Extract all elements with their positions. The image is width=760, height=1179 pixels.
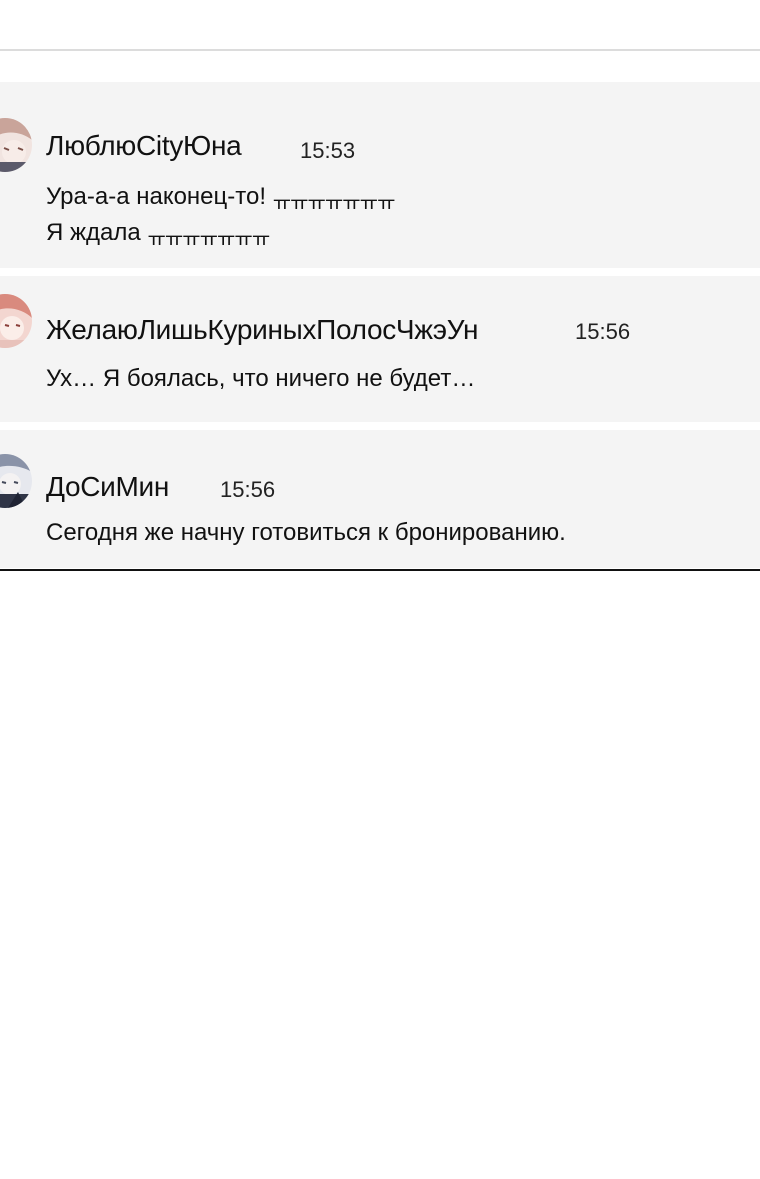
comment-time: 15:56 — [220, 477, 276, 502]
comment-item: ЛюблюCityЮна 15:53 Ура-а-а наконец-то! ㅠ… — [0, 82, 760, 268]
comment-panel: ЛюблюCityЮна 15:53 Ура-а-а наконец-то! ㅠ… — [0, 0, 760, 571]
user-avatar[interactable] — [0, 118, 32, 172]
comment-item: ЖелаюЛишьКуриныхПолосЧжэУн 15:56 Ух… Я б… — [0, 276, 760, 422]
user-avatar[interactable] — [0, 294, 32, 348]
comment-text-line: Ура-а-а наконец-то! — [46, 183, 267, 210]
comment-author[interactable]: ДоСиМин — [46, 471, 169, 503]
comment-time: 15:53 — [300, 138, 356, 163]
comment-author[interactable]: ЛюблюCityЮна — [46, 130, 242, 162]
crying-emoticon: ㅠㅠㅠㅠㅠㅠㅠ — [147, 227, 270, 251]
comment-text: Ух… Я боялась, что ничего не будет… — [46, 365, 476, 392]
comment-text-line: Я ждала — [46, 219, 141, 246]
comment-text: Ура-а-а наконец-то! ㅠㅠㅠㅠㅠㅠㅠ Я ждала ㅠㅠㅠㅠ… — [46, 182, 395, 254]
comment-text: Сегодня же начну готовиться к бронирован… — [46, 519, 566, 546]
user-avatar[interactable] — [0, 454, 32, 508]
comment-author[interactable]: ЖелаюЛишьКуриныхПолосЧжэУн — [46, 314, 478, 346]
top-divider — [0, 49, 760, 51]
crying-emoticon: ㅠㅠㅠㅠㅠㅠㅠ — [272, 191, 396, 215]
comment-item: ДоСиМин 15:56 Сегодня же начну готовитьс… — [0, 430, 760, 568]
comment-time: 15:56 — [575, 319, 631, 344]
